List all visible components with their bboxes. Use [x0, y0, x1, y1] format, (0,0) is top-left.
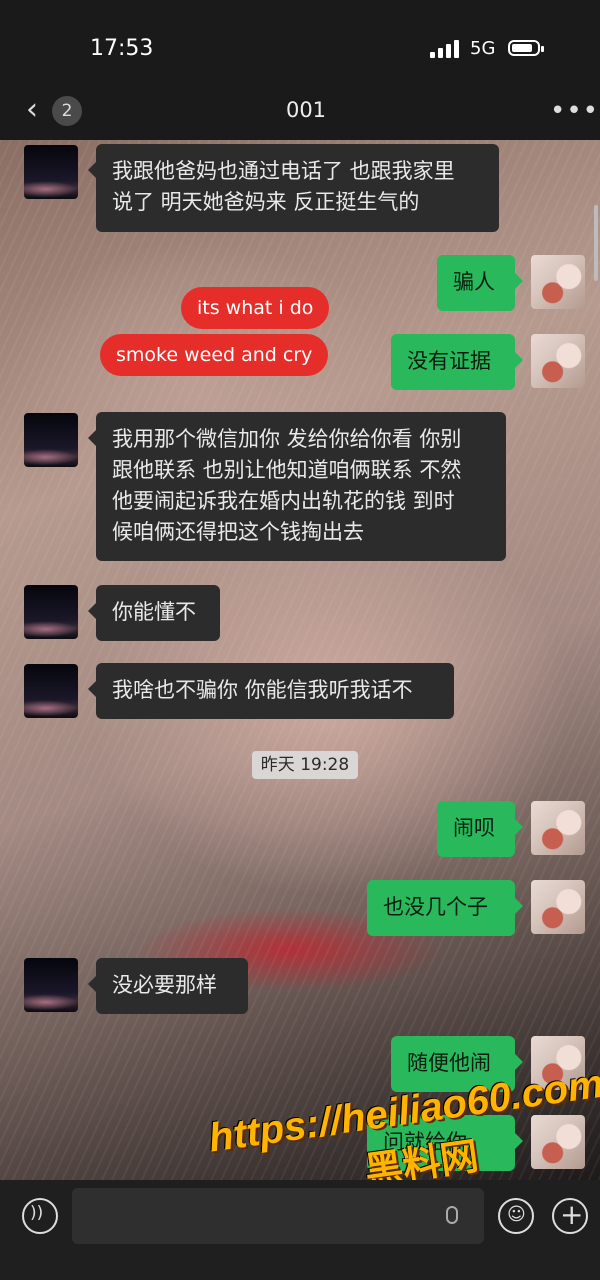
- contact-avatar[interactable]: [24, 958, 78, 1012]
- status-time: 17:53: [90, 36, 154, 61]
- message-bubble-incoming[interactable]: 我用那个微信加你 发给你给你看 你别 跟他联系 也别让他知道咱俩联系 不然 他要…: [88, 412, 506, 561]
- contact-avatar[interactable]: [24, 145, 78, 199]
- message-bubble-incoming[interactable]: 我跟他爸妈也通过电话了 也跟我家里 说了 明天她爸妈来 反正挺生气的: [88, 144, 499, 232]
- message-bubble-outgoing[interactable]: 闹呗: [437, 801, 523, 857]
- my-avatar[interactable]: [531, 255, 585, 309]
- contact-avatar[interactable]: [24, 664, 78, 718]
- top-bar: 17:53 5G ‹ 2 001 •••: [0, 0, 600, 140]
- emoji-icon[interactable]: ☺: [498, 1198, 534, 1234]
- message-bubble-incoming[interactable]: 我啥也不骗你 你能信我听我话不: [88, 663, 454, 719]
- mic-icon[interactable]: [446, 1206, 458, 1224]
- sticker-text[interactable]: smoke weed and cry: [100, 334, 329, 376]
- message-bubble-outgoing[interactable]: 也没几个子: [367, 880, 523, 936]
- voice-icon[interactable]: )): [22, 1198, 58, 1234]
- message-bubble-incoming[interactable]: 你能懂不: [88, 585, 220, 641]
- timestamp-chip: 昨天 19:28: [252, 751, 358, 779]
- message-bubble-incoming[interactable]: 没必要那样: [88, 958, 248, 1014]
- contact-avatar[interactable]: [24, 413, 78, 467]
- battery-icon: [508, 40, 544, 56]
- chat-title: 001: [285, 98, 327, 122]
- my-avatar[interactable]: [531, 334, 585, 388]
- message-bubble-outgoing[interactable]: 骗人: [437, 255, 523, 311]
- more-dots-icon[interactable]: •••: [550, 96, 599, 126]
- signal-icon: [430, 40, 460, 58]
- scrollbar[interactable]: [594, 205, 598, 281]
- network-type: 5G: [470, 38, 496, 59]
- contact-avatar[interactable]: [24, 585, 78, 639]
- my-avatar[interactable]: [531, 880, 585, 934]
- plus-icon[interactable]: +: [552, 1198, 588, 1234]
- message-bubble-outgoing[interactable]: 没有证据: [391, 334, 523, 390]
- message-input[interactable]: [72, 1188, 484, 1244]
- my-avatar[interactable]: [531, 801, 585, 855]
- sticker-text[interactable]: its what i do: [181, 287, 330, 329]
